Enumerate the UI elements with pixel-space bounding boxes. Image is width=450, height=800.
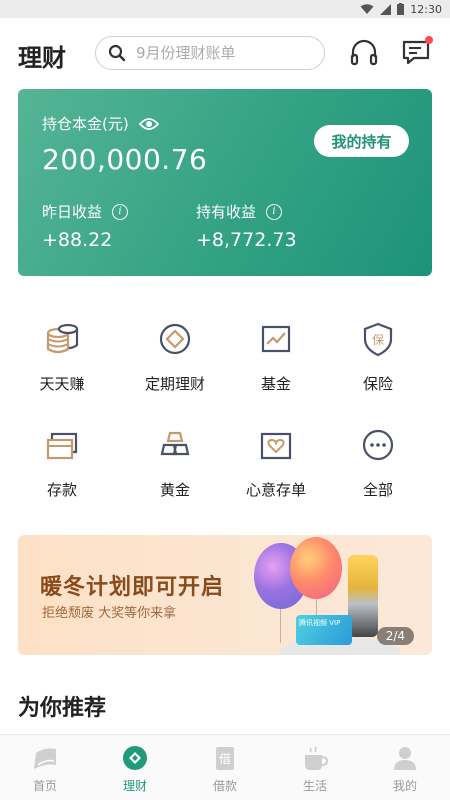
more-dots-icon: [362, 429, 394, 461]
tab-loan[interactable]: 借 借款: [180, 735, 270, 800]
tab-label: 生活: [302, 779, 327, 793]
balloon-image: [290, 537, 342, 599]
message-button[interactable]: [401, 36, 433, 68]
principal-value: 200,000.76: [42, 143, 208, 176]
category-label: 定期理财: [144, 375, 205, 393]
signal-icon: [380, 3, 392, 15]
category-insurance[interactable]: 保 保险: [323, 305, 433, 395]
category-label: 基金: [260, 375, 291, 393]
holding-earnings-label: 持有收益: [196, 203, 257, 221]
home-icon: [34, 748, 56, 769]
info-icon[interactable]: i: [112, 203, 129, 220]
tab-bar: 首页 理财 借 借款 生活 我的: [0, 734, 450, 800]
banner-title: 暖冬计划即可开启: [40, 575, 225, 600]
tab-label: 首页: [32, 779, 57, 793]
unread-badge: [425, 36, 433, 44]
tab-label: 我的: [392, 779, 417, 793]
category-deposit[interactable]: 存款: [7, 411, 117, 501]
svg-text:保: 保: [372, 333, 384, 347]
wealth-icon: [123, 746, 147, 770]
category-label: 存款: [46, 481, 77, 499]
yesterday-earnings-label-row: 昨日收益 i: [42, 201, 129, 222]
category-fixed-term[interactable]: 定期理财: [120, 305, 230, 395]
search-bar[interactable]: [95, 36, 325, 70]
category-label: 天天赚: [39, 375, 85, 393]
fixed-term-icon: [159, 323, 191, 355]
category-gold[interactable]: 黄金: [120, 411, 230, 501]
category-label: 心意存单: [245, 481, 306, 499]
battery-icon: [397, 3, 405, 15]
tab-label: 理财: [122, 779, 147, 793]
eye-icon[interactable]: [138, 117, 159, 131]
category-label: 保险: [362, 375, 393, 393]
headset-icon[interactable]: [349, 38, 379, 68]
tab-label: 借款: [212, 779, 237, 793]
status-time: 12:30: [410, 2, 442, 16]
banner-subtitle: 拒绝颓废 大奖等你来拿: [42, 606, 177, 621]
banner-page-indicator: 2/4: [376, 627, 414, 645]
yesterday-earnings-value: +88.22: [42, 229, 113, 251]
tab-life[interactable]: 生活: [270, 735, 360, 800]
category-label: 黄金: [159, 481, 190, 499]
tab-profile[interactable]: 我的: [360, 735, 450, 800]
yesterday-earnings-label: 昨日收益: [42, 203, 103, 221]
page-title: 理财: [18, 44, 66, 72]
deposit-card-icon: [46, 432, 78, 460]
vip-card-image: 腾讯视频 VIP: [296, 615, 352, 645]
promo-banner[interactable]: 暖冬计划即可开启 拒绝颓废 大奖等你来拿 腾讯视频 VIP 2/4: [18, 535, 432, 655]
insurance-shield-icon: 保: [363, 322, 393, 357]
blender-image: [348, 555, 378, 637]
holding-earnings-label-row: 持有收益 i: [196, 201, 283, 222]
profile-icon: [394, 747, 416, 770]
balloon-string: [280, 609, 281, 643]
coins-icon: [46, 323, 79, 354]
svg-text:借: 借: [219, 752, 231, 766]
asset-card[interactable]: 持仓本金(元) 200,000.76 我的持有 昨日收益 i +88.22 持有…: [18, 89, 432, 276]
principal-label-row: 持仓本金(元): [42, 113, 159, 134]
fund-chart-icon: [261, 325, 291, 353]
category-tiantianzhuan[interactable]: 天天赚: [7, 305, 117, 395]
gold-bars-icon: [160, 431, 190, 456]
category-fund[interactable]: 基金: [221, 305, 331, 395]
wifi-icon: [360, 3, 374, 14]
status-bar: 12:30: [0, 0, 450, 18]
principal-label: 持仓本金(元): [42, 115, 129, 133]
header: 理财: [0, 18, 450, 88]
category-label: 全部: [362, 481, 393, 499]
search-icon: [108, 44, 126, 62]
life-cup-icon: [305, 746, 328, 770]
tab-wealth[interactable]: 理财: [90, 735, 180, 800]
info-icon[interactable]: i: [266, 203, 283, 220]
holding-earnings-value: +8,772.73: [196, 229, 297, 251]
heart-certificate-icon: [260, 432, 292, 460]
category-heart-certificate[interactable]: 心意存单: [221, 411, 331, 501]
tab-home[interactable]: 首页: [0, 735, 90, 800]
loan-icon: 借: [216, 747, 234, 770]
recommend-title: 为你推荐: [18, 696, 107, 721]
search-input[interactable]: [136, 44, 306, 62]
my-holdings-button[interactable]: 我的持有: [314, 125, 409, 157]
category-all[interactable]: 全部: [323, 411, 433, 501]
